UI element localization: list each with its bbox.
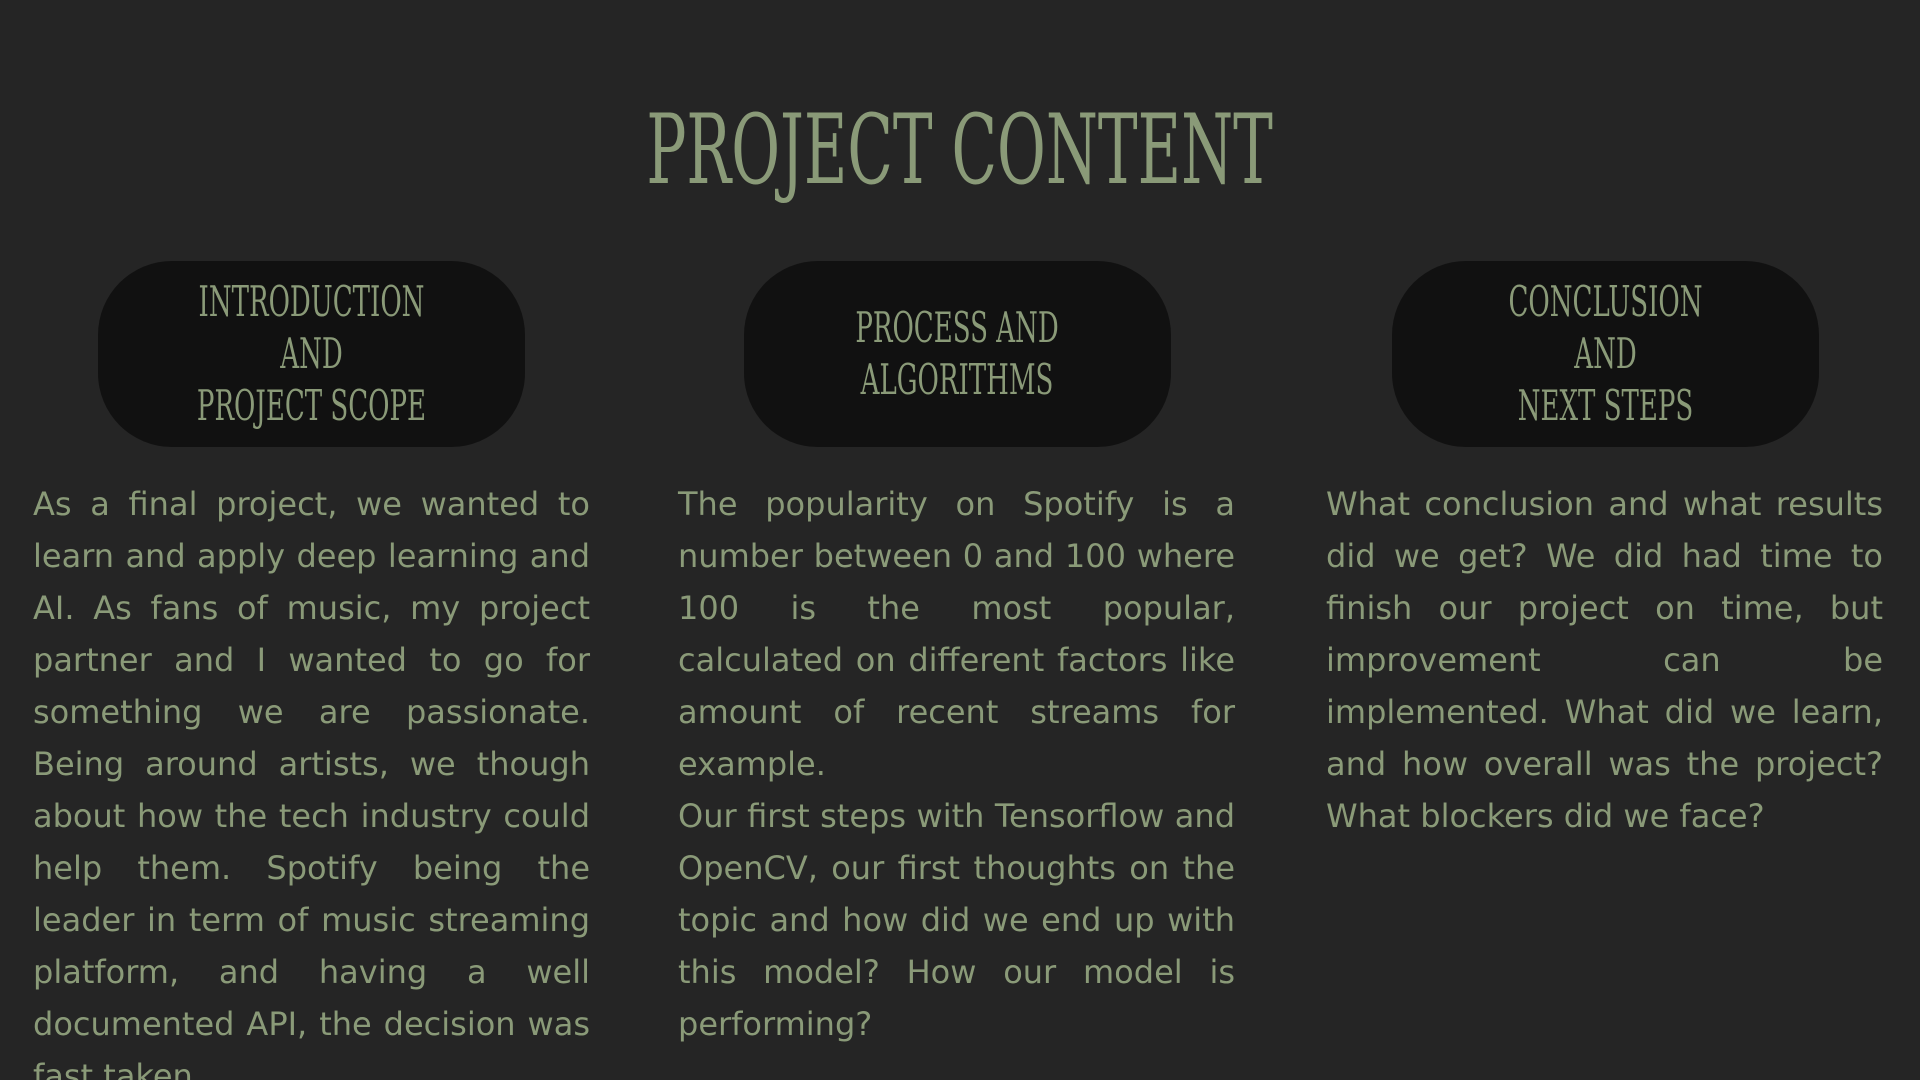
section-heading-process: PROCESS AND ALGORITHMS (744, 261, 1171, 447)
slide: PROJECT CONTENT INTRODUCTION AND PROJECT… (0, 0, 1920, 1080)
body-paragraph: What conclusion and what results did we … (1326, 485, 1883, 835)
introduction-body: As a final project, we wanted to learn a… (33, 478, 590, 1080)
conclusion-body: What conclusion and what results did we … (1326, 478, 1883, 842)
section-heading-label: PROCESS AND ALGORITHMS (855, 303, 1060, 404)
body-paragraph: Our first steps with Tensorflow and Open… (678, 797, 1235, 1043)
section-heading-label: CONCLUSION AND NEXT STEPS (1508, 277, 1703, 430)
process-body: The popularity on Spotify is a number be… (678, 478, 1235, 1050)
body-paragraph: The popularity on Spotify is a number be… (678, 485, 1235, 783)
slide-title: PROJECT CONTENT (646, 94, 1273, 206)
section-heading-introduction: INTRODUCTION AND PROJECT SCOPE (98, 261, 525, 447)
section-heading-label: INTRODUCTION AND PROJECT SCOPE (196, 277, 427, 430)
body-paragraph: As a final project, we wanted to learn a… (33, 485, 590, 1080)
section-heading-conclusion: CONCLUSION AND NEXT STEPS (1392, 261, 1819, 447)
